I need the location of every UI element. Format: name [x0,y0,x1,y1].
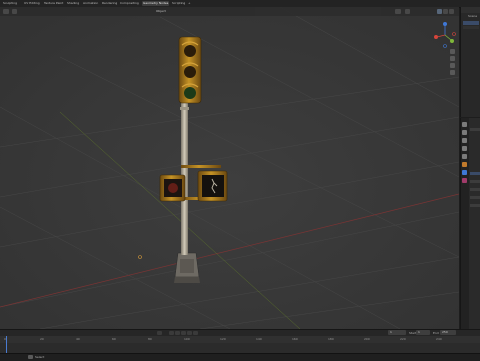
tick-label: 20 [40,337,44,341]
tick-label: 180 [328,337,334,341]
tick-label: 200 [364,337,370,341]
tab-rendering[interactable]: Rendering [101,1,118,6]
tab-scripting[interactable]: Scripting [171,1,186,6]
tick-label: 240 [436,337,442,341]
mouse-left-icon [28,355,33,359]
tick-label: 40 [76,337,80,341]
gizmo-toggle-icon[interactable] [395,9,401,14]
viewport-scene [0,7,459,329]
start-frame-field[interactable]: 1 [416,330,430,335]
properties-panel [460,118,480,329]
view-layer-tab-icon[interactable] [462,146,467,151]
play-icon[interactable] [181,331,186,335]
tab-compositing[interactable]: Compositing [119,1,140,6]
tab-geometry-nodes[interactable]: Geometry Nodes [142,1,170,6]
end-label: End [433,331,439,335]
shading-material-icon[interactable] [443,9,448,14]
render-tab-icon[interactable] [462,130,467,135]
viewport-3d[interactable]: Object [0,7,459,329]
tick-label: 100 [184,337,190,341]
shading-solid-icon[interactable] [437,9,442,14]
tab-animation[interactable]: Animation [82,1,99,6]
tool-tab-icon[interactable] [462,122,467,127]
object-tab-icon[interactable] [462,162,467,167]
jump-start-icon[interactable] [157,331,162,335]
jump-end-icon[interactable] [193,331,198,335]
tick-label: 80 [148,337,152,341]
timeline-ruler[interactable]: 0 20 40 60 80 100 120 140 160 180 200 22… [0,336,480,343]
end-frame-field[interactable]: 250 [440,330,456,335]
timeline-panel: 1 Start 1 End 250 0 20 40 60 80 100 120 … [0,329,480,354]
overlay-toggle-icon[interactable] [405,9,410,14]
modifier-tab-icon[interactable] [462,170,467,175]
tab-sculpting[interactable]: Sculpting [2,1,18,6]
scene-tab-icon[interactable] [462,154,467,159]
tick-label: 120 [220,337,226,341]
tick-label: 220 [400,337,406,341]
tab-shading[interactable]: Shading [66,1,80,6]
playhead[interactable] [6,336,7,354]
tab-texture-paint[interactable]: Texture Paint [43,1,64,6]
viewport-header: Object [0,7,459,16]
select-mode-icon[interactable] [12,9,17,14]
editor-type-icon[interactable] [3,9,9,14]
material-tab-icon[interactable] [462,178,467,183]
output-tab-icon[interactable] [462,138,467,143]
add-workspace-icon[interactable]: + [188,1,191,5]
mode-dropdown[interactable]: Object [156,9,166,14]
outliner-scene-label[interactable]: Scene [468,14,477,18]
status-hint: Select [35,355,45,359]
tick-label: 140 [256,337,262,341]
current-frame-field[interactable]: 1 [388,330,406,335]
tick-label: 160 [292,337,298,341]
properties-tabs [461,118,469,329]
prev-keyframe-icon[interactable] [169,331,174,335]
shading-rendered-icon[interactable] [449,9,454,14]
tick-label: 60 [112,337,116,341]
play-reverse-icon[interactable] [175,331,180,335]
outliner-panel: Scene [460,7,480,117]
next-keyframe-icon[interactable] [187,331,192,335]
tab-uv-editing[interactable]: UV Editing [23,1,41,6]
